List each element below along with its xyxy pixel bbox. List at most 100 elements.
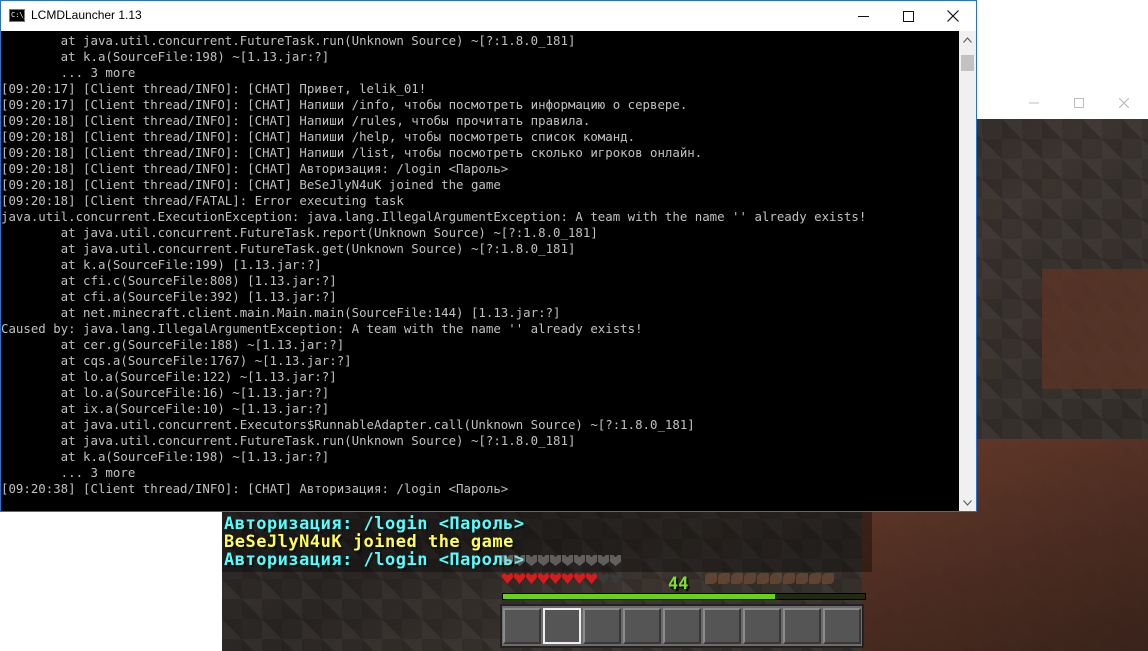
xp-bar-fill [503, 594, 775, 599]
hunger-icon [744, 573, 756, 584]
console-line: [09:20:17] [Client thread/INFO]: [CHAT] … [1, 97, 688, 112]
game-chat-line: Авторизация: /login <Пароль> [224, 514, 525, 534]
hotbar-slot[interactable] [823, 608, 861, 644]
console-output-area[interactable]: at java.util.concurrent.FutureTask.run(U… [1, 31, 959, 511]
hunger-icon [809, 573, 821, 584]
console-line: [09:20:18] [Client thread/INFO]: [CHAT] … [1, 161, 509, 176]
game-close-button[interactable] [1101, 86, 1146, 119]
scroll-down-button[interactable] [959, 494, 976, 511]
console-line: at lo.a(SourceFile:122) ~[1.13.jar:?] [1, 369, 337, 384]
console-line: at cqs.a(SourceFile:1767) ~[1.13.jar:?] [1, 353, 352, 368]
heart-icon [514, 573, 525, 584]
hunger-icon [822, 573, 834, 584]
hunger-icon [705, 573, 717, 584]
console-line: [09:20:18] [Client thread/INFO]: [CHAT] … [1, 177, 501, 192]
game-minimize-button[interactable] [1011, 86, 1056, 119]
heart-icon [586, 573, 597, 584]
armor-bar [502, 552, 621, 569]
hunger-icon [718, 573, 730, 584]
console-line: at cer.g(SourceFile:188) ~[1.13.jar:?] [1, 337, 345, 352]
scrollbar-thumb[interactable] [961, 55, 974, 71]
minimize-icon [1028, 102, 1039, 103]
close-icon [1118, 97, 1129, 108]
heart-icon [550, 573, 561, 584]
armor-icon [502, 555, 513, 566]
console-line: at lo.a(SourceFile:16) ~[1.13.jar:?] [1, 385, 330, 400]
close-button[interactable] [930, 1, 976, 31]
minimize-button[interactable] [840, 1, 886, 31]
console-app-icon[interactable]: C:\_ [9, 9, 28, 22]
heart-icon [598, 573, 609, 584]
chevron-down-icon [963, 499, 972, 506]
console-line: at java.util.concurrent.FutureTask.run(U… [1, 433, 576, 448]
console-titlebar[interactable]: C:\_ LCMDLauncher 1.13 [1, 1, 976, 31]
hotbar-slot[interactable] [703, 608, 741, 644]
hunger-icon [783, 573, 795, 584]
xp-bar [502, 593, 866, 600]
heart-icon [610, 573, 621, 584]
armor-icon [598, 555, 609, 566]
hunger-bar [705, 570, 834, 587]
hotbar-slot[interactable] [743, 608, 781, 644]
armor-icon [586, 555, 597, 566]
console-line: at java.util.concurrent.Executors$Runnab… [1, 417, 695, 432]
hotbar-slot[interactable] [783, 608, 821, 644]
console-window: C:\_ LCMDLauncher 1.13 at java.util.conc… [0, 0, 977, 512]
console-line: [09:20:18] [Client thread/INFO]: [CHAT] … [1, 113, 591, 128]
xp-level: 44 [668, 574, 689, 594]
console-line: at k.a(SourceFile:198) ~[1.13.jar:?] [1, 49, 330, 64]
console-line: ... 3 more [1, 65, 136, 80]
armor-icon [610, 555, 621, 566]
hunger-icon [796, 573, 808, 584]
dirt-block-area [1042, 269, 1148, 389]
health-bar [502, 570, 621, 587]
console-line: at net.minecraft.client.main.Main.main(S… [1, 305, 561, 320]
heart-icon [502, 573, 513, 584]
console-log: at java.util.concurrent.FutureTask.run(U… [1, 33, 866, 497]
armor-icon [574, 555, 585, 566]
console-line: at k.a(SourceFile:198) ~[1.13.jar:?] [1, 449, 330, 464]
hotbar[interactable] [500, 604, 864, 648]
armor-icon [514, 555, 525, 566]
console-line: at cfi.a(SourceFile:392) [1.13.jar:?] [1, 289, 337, 304]
armor-icon [562, 555, 573, 566]
maximize-icon [902, 10, 914, 22]
armor-icon [538, 555, 549, 566]
console-line: at java.util.concurrent.FutureTask.repor… [1, 225, 598, 240]
vertical-scrollbar[interactable] [959, 31, 976, 511]
console-line: ... 3 more [1, 465, 136, 480]
game-chat-line: BeSeJlyN4uK joined the game [224, 532, 514, 552]
console-line: [09:20:18] [Client thread/INFO]: [CHAT] … [1, 145, 703, 160]
console-line: java.util.concurrent.ExecutionException:… [1, 209, 867, 224]
game-chat-line: Авторизация: /login <Пароль> [224, 550, 525, 570]
window-title: LCMDLauncher 1.13 [31, 8, 142, 22]
console-line: [09:20:18] [Client thread/FATAL]: Error … [1, 193, 404, 208]
console-line: at java.util.concurrent.FutureTask.run(U… [1, 33, 576, 48]
console-line: [09:20:38] [Client thread/INFO]: [CHAT] … [1, 481, 509, 496]
maximize-button[interactable] [885, 1, 931, 31]
hotbar-slot[interactable] [623, 608, 661, 644]
game-titlebar [976, 86, 1148, 119]
game-maximize-button[interactable] [1056, 86, 1101, 119]
minimize-icon [857, 15, 869, 17]
armor-icon [526, 555, 537, 566]
hunger-icon [770, 573, 782, 584]
console-line: at k.a(SourceFile:199) [1.13.jar:?] [1, 257, 322, 272]
hotbar-slot[interactable] [583, 608, 621, 644]
console-line: at java.util.concurrent.FutureTask.get(U… [1, 241, 576, 256]
heart-icon [574, 573, 585, 584]
close-icon [947, 10, 959, 22]
console-line: Caused by: java.lang.IllegalArgumentExce… [1, 321, 643, 336]
console-line: [09:20:18] [Client thread/INFO]: [CHAT] … [1, 129, 636, 144]
console-line: [09:20:17] [Client thread/INFO]: [CHAT] … [1, 81, 427, 96]
console-line: at cfi.c(SourceFile:808) [1.13.jar:?] [1, 273, 337, 288]
heart-icon [562, 573, 573, 584]
heart-icon [526, 573, 537, 584]
armor-icon [550, 555, 561, 566]
hotbar-slot[interactable] [543, 608, 581, 644]
hotbar-slot[interactable] [663, 608, 701, 644]
scroll-up-button[interactable] [959, 31, 976, 48]
hotbar-slot[interactable] [503, 608, 541, 644]
chevron-up-icon [963, 36, 972, 43]
console-line: at ix.a(SourceFile:10) ~[1.13.jar:?] [1, 401, 330, 416]
